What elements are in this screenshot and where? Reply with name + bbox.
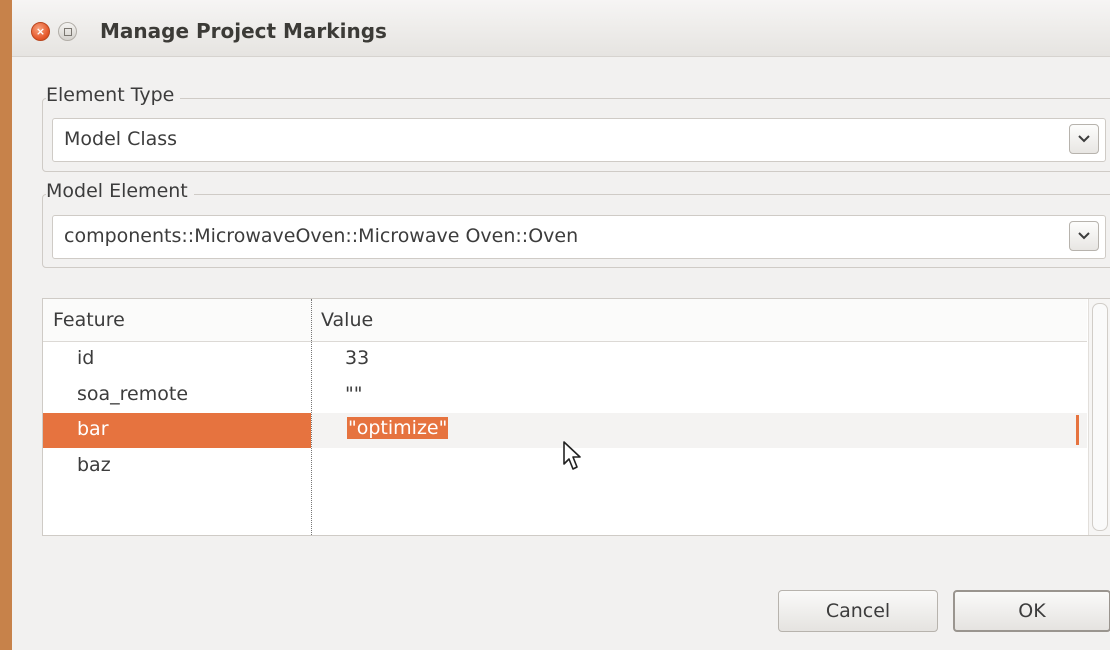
model-element-label: Model Element	[46, 180, 194, 202]
model-element-dropdown-button[interactable]	[1069, 221, 1099, 251]
vertical-scrollbar[interactable]	[1088, 299, 1110, 535]
table-header: Feature Value	[43, 299, 1087, 342]
value-cell[interactable]: ""	[345, 383, 362, 405]
feature-cell: bar	[77, 418, 109, 440]
model-element-value: components::MicrowaveOven::Microwave Ove…	[64, 225, 579, 247]
scrollbar-thumb[interactable]	[1092, 303, 1108, 531]
ok-button[interactable]: OK	[953, 590, 1110, 632]
value-edit-text[interactable]: "optimize"	[347, 417, 449, 439]
feature-value-table: Feature Value id 33 soa_remote "" bar "o…	[42, 298, 1110, 536]
element-type-label: Element Type	[46, 84, 181, 106]
feature-column-header[interactable]: Feature	[53, 309, 125, 331]
feature-cell: id	[77, 347, 95, 369]
model-element-combo[interactable]: components::MicrowaveOven::Microwave Ove…	[52, 215, 1106, 259]
value-edit-field[interactable]: "optimize"	[347, 415, 1079, 445]
value-cell[interactable]: 33	[345, 347, 369, 369]
element-type-value: Model Class	[64, 128, 178, 150]
close-icon: ×	[35, 25, 46, 38]
table-row[interactable]: id 33	[43, 342, 1087, 377]
element-type-dropdown-button[interactable]	[1069, 124, 1099, 154]
desktop-edge	[0, 0, 12, 650]
maximize-button[interactable]	[58, 22, 77, 41]
maximize-icon	[64, 28, 72, 36]
feature-cell: soa_remote	[77, 383, 189, 405]
mouse-pointer-icon	[563, 441, 581, 470]
window-title: Manage Project Markings	[100, 19, 387, 43]
chevron-down-icon	[1078, 232, 1090, 240]
feature-cell: baz	[77, 454, 111, 476]
chevron-down-icon	[1078, 135, 1090, 143]
column-divider[interactable]	[311, 299, 313, 535]
element-type-combo[interactable]: Model Class	[52, 118, 1106, 162]
close-button[interactable]: ×	[31, 22, 50, 41]
value-column-header[interactable]: Value	[321, 309, 373, 331]
title-bar: × Manage Project Markings	[12, 0, 1110, 57]
table-row[interactable]: soa_remote ""	[43, 378, 1087, 413]
manage-project-markings-dialog: × Manage Project Markings Element Type M…	[12, 0, 1110, 650]
cancel-button[interactable]: Cancel	[778, 590, 938, 632]
